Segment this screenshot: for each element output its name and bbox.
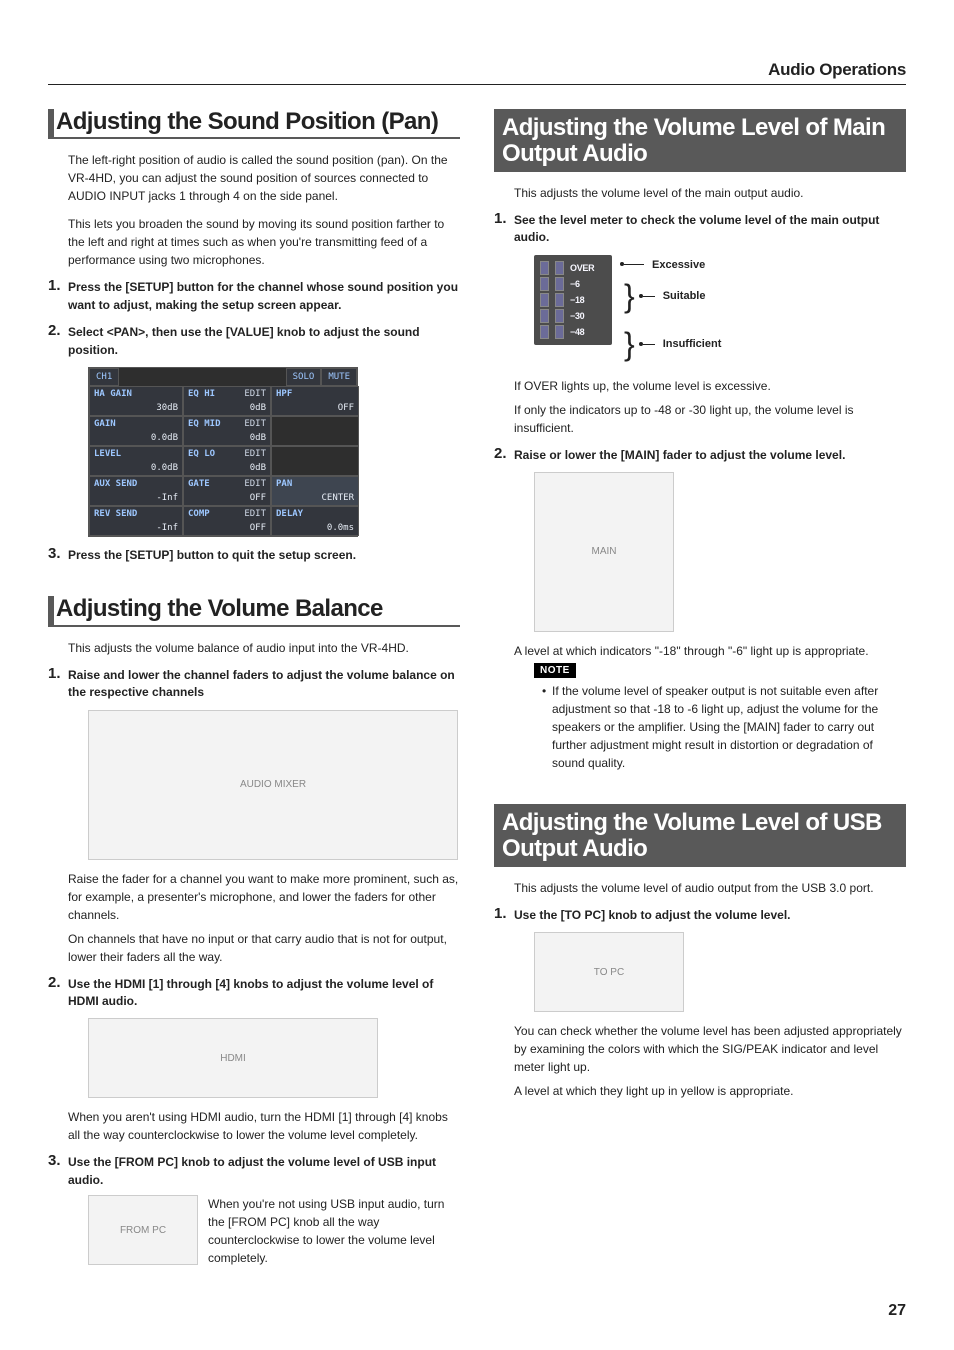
to-pc-label: TO PC [594,967,624,978]
legend-insufficient: Insufficient [663,338,722,350]
balance-step-2: Use the HDMI [1] through [4] knobs to ad… [68,976,460,1011]
level-meter-diagram: OVER −6 −18 −30 −48 Excessive }Suitable … [534,255,906,367]
page-number: 27 [888,1302,906,1320]
right-column: Adjusting the Volume Level of Main Outpu… [494,109,906,1277]
legend-excessive: Excessive [652,259,705,271]
pan-step-3: Press the [SETUP] button to quit the set… [68,547,460,564]
pan-step-1: Press the [SETUP] button for the channel… [68,279,460,314]
mixer-caption: AUDIO MIXER [240,779,306,790]
note-badge: NOTE [534,663,576,678]
from-pc-knob-illustration: FROM PC [88,1195,198,1265]
usb-out-intro: This adjusts the volume level of audio o… [514,879,906,897]
main-out-step-1: See the level meter to check the volume … [514,212,906,247]
section-title-balance: Adjusting the Volume Balance [48,596,460,626]
from-pc-label: FROM PC [120,1225,166,1236]
balance-step-1: Raise and lower the channel faders to ad… [68,667,460,702]
hdmi-label: HDMI [220,1053,246,1064]
main-out-after-b: If only the indicators up to -48 or -30 … [514,401,906,437]
setup-ch-label: CH1 [89,368,119,386]
section-title-pan: Adjusting the Sound Position (Pan) [48,109,460,139]
audio-mixer-faders-illustration: AUDIO MIXER [88,710,458,860]
usb-out-step-1: Use the [TO PC] knob to adjust the volum… [514,907,906,924]
main-out-after-a: If OVER lights up, the volume level is e… [514,377,906,395]
main-fader-label: MAIN [592,546,617,557]
balance-after-1b: On channels that have no input or that c… [68,930,460,966]
main-out-step-2: Raise or lower the [MAIN] fader to adjus… [514,447,906,464]
legend-suitable: Suitable [663,290,706,302]
setup-solo: SOLO [286,368,322,386]
main-out-after-2: A level at which indicators "-18" throug… [514,642,906,660]
usb-out-after-a: You can check whether the volume level h… [514,1022,906,1076]
to-pc-knob-illustration: TO PC [534,932,684,1012]
balance-step-3: Use the [FROM PC] knob to adjust the vol… [68,1154,460,1189]
main-fader-illustration: MAIN [534,472,674,632]
pan-step-2: Select <PAN>, then use the [VALUE] knob … [68,324,460,359]
balance-after-1a: Raise the fader for a channel you want t… [68,870,460,924]
note-bullet: If the volume level of speaker output is… [542,682,906,772]
balance-intro: This adjusts the volume balance of audio… [68,639,460,657]
main-out-intro: This adjusts the volume level of the mai… [514,184,906,202]
balance-after-3: When you're not using USB input audio, t… [208,1195,460,1267]
pan-intro-1: The left-right position of audio is call… [68,151,460,205]
page-header: Audio Operations [48,60,906,85]
section-title-main-output: Adjusting the Volume Level of Main Outpu… [494,109,906,172]
hdmi-knobs-illustration: HDMI [88,1018,378,1098]
section-title-usb-output: Adjusting the Volume Level of USB Output… [494,804,906,867]
setup-screen-ch1: CH1 SOLO MUTE HA GAIN30dB EQ HIEDIT0dB H… [88,367,358,537]
pan-intro-2: This lets you broaden the sound by movin… [68,215,460,269]
left-column: Adjusting the Sound Position (Pan) The l… [48,109,460,1277]
setup-mute: MUTE [321,368,357,386]
usb-out-after-b: A level at which they light up in yellow… [514,1082,906,1100]
balance-after-2: When you aren't using HDMI audio, turn t… [68,1108,460,1144]
